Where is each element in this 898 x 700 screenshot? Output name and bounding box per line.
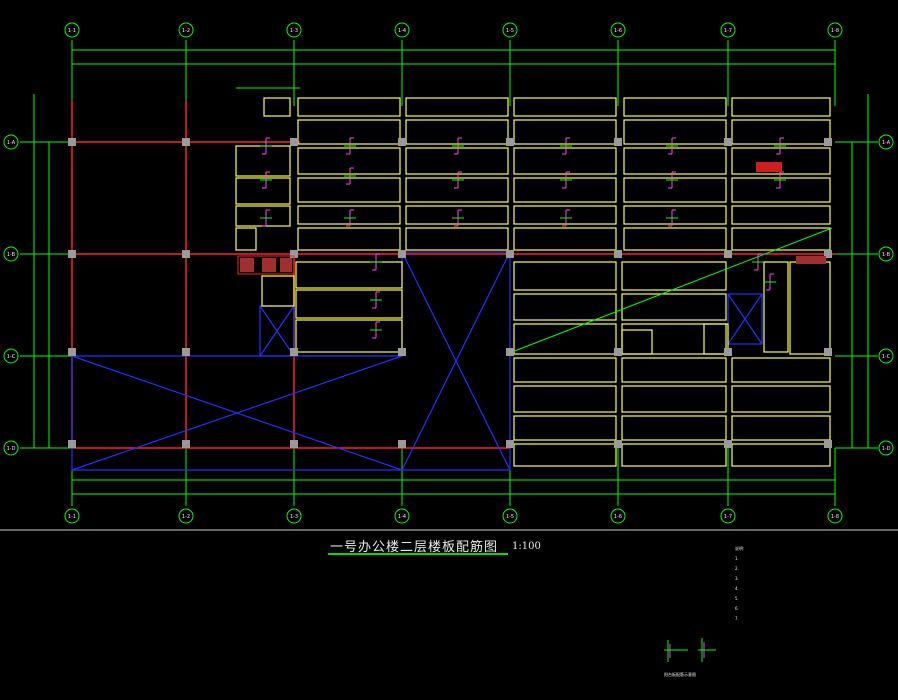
axis-bubble: 1-A <box>878 134 894 150</box>
axis-bubble-label: 1-4 <box>398 514 406 520</box>
column <box>614 250 622 258</box>
axis-bubble-label: 1-D <box>7 446 16 452</box>
column <box>68 440 76 448</box>
column <box>824 138 832 146</box>
axis-bubble: 1-D <box>3 440 19 456</box>
axis-bubble: 1-8 <box>827 508 843 524</box>
column <box>290 348 298 356</box>
column <box>506 138 514 146</box>
axis-bubble-label: 1-A <box>882 140 891 146</box>
column <box>290 138 298 146</box>
notes-line: 说明: <box>735 546 745 551</box>
column <box>614 138 622 146</box>
column <box>614 348 622 356</box>
column <box>182 348 190 356</box>
axis-bubble: 1-8 <box>827 22 843 38</box>
column <box>182 250 190 258</box>
axis-bubble-label: 1-8 <box>831 28 839 34</box>
axis-bubble: 1-C <box>3 348 19 364</box>
axis-bubble-label: 1-B <box>7 252 16 258</box>
column <box>182 440 190 448</box>
axis-bubble-label: 1-3 <box>290 28 298 34</box>
detail-caption: 阳台板配筋示意图 <box>664 672 696 677</box>
notes-line: 3. <box>735 576 739 581</box>
axis-bubble: 1-5 <box>502 508 518 524</box>
axis-bubble-label: 1-2 <box>182 514 190 520</box>
balcony-detail-sketch <box>664 638 716 662</box>
column <box>68 348 76 356</box>
column <box>724 250 732 258</box>
column <box>724 440 732 448</box>
axis-bubble-label: 1-7 <box>724 514 732 520</box>
notes-line: 4. <box>735 586 739 591</box>
axis-bubble: 1-1 <box>64 508 80 524</box>
axis-bubble: 1-4 <box>394 22 410 38</box>
axis-bubble: 1-7 <box>720 508 736 524</box>
axis-bubble: 1-D <box>878 440 894 456</box>
axis-bubble-label: 1-8 <box>831 514 839 520</box>
column <box>824 348 832 356</box>
column <box>506 250 514 258</box>
column <box>506 440 514 448</box>
column <box>398 138 406 146</box>
column <box>290 440 298 448</box>
axis-bubble-label: 1-3 <box>290 514 298 520</box>
axis-bubble-label: 1-C <box>882 354 891 360</box>
axis-bubble: 1-4 <box>394 508 410 524</box>
axis-bubble-label: 1-B <box>882 252 891 258</box>
axis-bubble-label: 1-2 <box>182 28 190 34</box>
general-notes: 说明: 1. 2. 3. 4. 5. 6. 7. <box>735 544 895 624</box>
axis-bubble: 1-1 <box>64 22 80 38</box>
column <box>68 138 76 146</box>
axis-bubble-label: 1-7 <box>724 28 732 34</box>
column <box>182 138 190 146</box>
axis-bubble-label: 1-A <box>7 140 16 146</box>
drawing-scale: 1:100 <box>512 541 541 552</box>
notes-line: 5. <box>735 596 739 601</box>
axis-bubble-label: 1-6 <box>614 514 622 520</box>
axis-bubble: 1-7 <box>720 22 736 38</box>
axis-bubble: 1-6 <box>610 508 626 524</box>
axis-bubble-label: 1-5 <box>506 514 514 520</box>
axis-bubble: 1-3 <box>286 22 302 38</box>
axis-bubble: 1-6 <box>610 22 626 38</box>
axis-bubble: 1-3 <box>286 508 302 524</box>
column <box>724 348 732 356</box>
column <box>68 250 76 258</box>
axis-bubble-label: 1-6 <box>614 28 622 34</box>
notes-line: 2. <box>735 566 739 571</box>
column <box>398 348 406 356</box>
notes-line: 7. <box>735 616 739 621</box>
axis-bubble: 1-5 <box>502 22 518 38</box>
axis-bubble: 1-B <box>878 246 894 262</box>
column <box>824 440 832 448</box>
column <box>506 348 514 356</box>
axis-bubble-label: 1-1 <box>68 514 76 520</box>
axis-bubble-label: 1-D <box>882 446 891 452</box>
column <box>724 138 732 146</box>
axis-bubble: 1-2 <box>178 508 194 524</box>
column <box>398 250 406 258</box>
axis-bubble-label: 1-C <box>7 354 16 360</box>
axis-bubble: 1-C <box>878 348 894 364</box>
column <box>614 440 622 448</box>
axis-bubble-label: 1-5 <box>506 28 514 34</box>
axis-bubble-label: 1-1 <box>68 28 76 34</box>
title-underline <box>328 553 508 555</box>
notes-line: 1. <box>735 556 739 561</box>
axis-bubble-label: 1-4 <box>398 28 406 34</box>
notes-line: 6. <box>735 606 739 611</box>
axis-bubble: 1-B <box>3 246 19 262</box>
axis-bubble: 1-A <box>3 134 19 150</box>
column <box>398 440 406 448</box>
axis-bubble: 1-2 <box>178 22 194 38</box>
